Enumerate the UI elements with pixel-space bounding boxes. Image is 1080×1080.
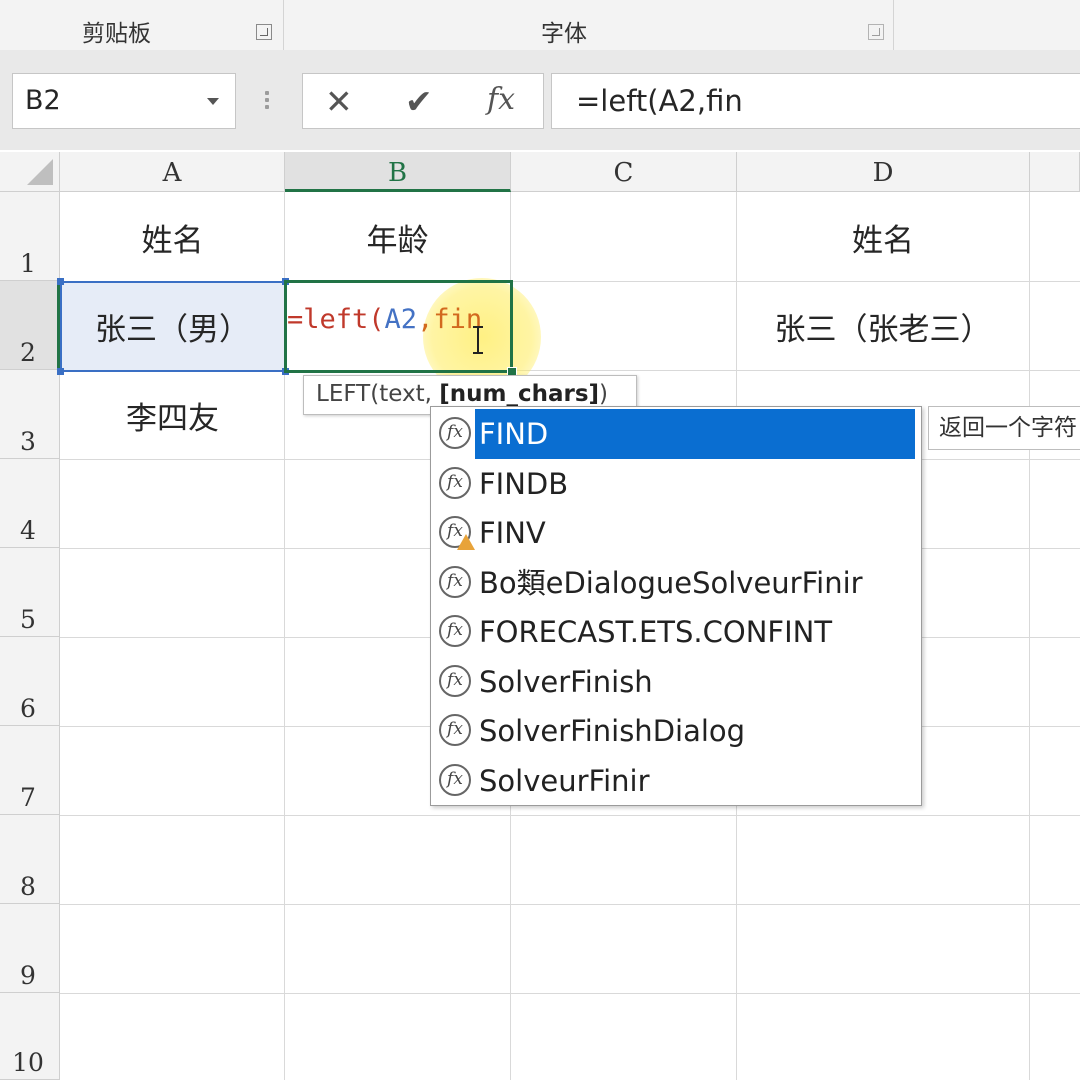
grid-line [1029,192,1030,1080]
cell-b1[interactable]: 年龄 [285,193,510,281]
autocomplete-item[interactable]: fx FINDB [437,459,917,509]
autocomplete-item[interactable]: fx FINV [437,508,917,558]
function-icon: fx [439,764,471,796]
ribbon: 剪贴板 字体 [0,0,1080,50]
function-icon: fx [439,467,471,499]
row-header-2[interactable]: 2 [0,281,60,370]
row-header-4[interactable]: 4 [0,459,60,548]
enter-icon[interactable]: ✔ [405,82,433,121]
argument-tooltip-suffix: ) [599,381,609,407]
autocomplete-item[interactable]: fx SolverFinishDialog [437,706,917,756]
cell-a1[interactable]: 姓名 [61,193,284,281]
row-header-1[interactable]: 1 [0,192,60,281]
function-description-tooltip: 返回一个字符 [928,406,1080,450]
text-cursor-icon [473,326,483,354]
name-box[interactable]: B2 [12,73,236,129]
cell-a3[interactable]: 李四友 [61,371,284,459]
cell-d1[interactable]: 姓名 [737,193,1029,281]
function-icon: fx [439,665,471,697]
row-header-8[interactable]: 8 [0,815,60,904]
font-group: 字体 [284,0,894,50]
row-header-5[interactable]: 5 [0,548,60,637]
column-header-e[interactable] [1030,152,1080,192]
autocomplete-item[interactable]: fx FORECAST.ETS.CONFINT [437,607,917,657]
warning-icon [457,534,475,550]
autocomplete-item-label: FIND [475,409,915,459]
cell-edit-formula[interactable]: =left(A2,fin [287,304,482,348]
row-header-9[interactable]: 9 [0,904,60,993]
column-header-b[interactable]: B [285,152,511,192]
column-header-d[interactable]: D [737,152,1030,192]
autocomplete-item-label: SolverFinishDialog [479,714,746,748]
grid-line [60,904,1080,905]
chevron-down-icon[interactable] [207,98,219,105]
grid-line [60,993,1080,994]
row-header-7[interactable]: 7 [0,726,60,815]
formula-function-token: =left( [287,304,385,335]
autocomplete-item-label: FORECAST.ETS.CONFINT [479,615,833,649]
formula-text: =left(A2,fin [576,84,743,118]
autocomplete-item-label: Bo類eDialogueSolveurFinir [479,566,863,600]
formula-separator-token: , [417,304,434,335]
autocomplete-item-label: FINDB [479,467,569,501]
reference-highlight [57,278,289,375]
insert-function-icon[interactable]: fx [487,82,515,117]
clipboard-group-label: 剪贴板 [82,21,151,47]
argument-tooltip-current-arg: [num_chars] [439,381,600,407]
autocomplete-item-label: FINV [479,516,546,550]
font-group-label: 字体 [541,21,587,47]
formula-input[interactable]: =left(A2,fin [551,73,1080,129]
argument-tooltip-prefix: LEFT(text, [316,381,440,407]
autocomplete-item[interactable]: fx SolveurFinir [437,756,917,806]
column-header-c[interactable]: C [511,152,737,192]
autocomplete-item[interactable]: fx Bo類eDialogueSolveurFinir [437,558,917,608]
cancel-icon[interactable]: ✕ [325,82,353,121]
autocomplete-item[interactable]: fx SolverFinish [437,657,917,707]
name-box-value: B2 [25,85,61,116]
formula-bar-splitter-icon[interactable] [262,88,272,118]
select-all-button[interactable] [0,152,60,192]
function-autocomplete-list: fx FIND fx FINDB fx FINV fx Bo類eDialogue… [430,406,922,806]
grid-line [60,815,1080,816]
formula-bar-buttons: ✕ ✔ fx [302,73,544,129]
formula-reference-token: A2 [384,304,418,335]
clipboard-dialog-launcher-icon[interactable] [256,24,272,40]
font-dialog-launcher-icon[interactable] [868,24,884,40]
function-icon: fx [439,615,471,647]
cell-d2[interactable]: 张三（张老三） [737,282,1029,370]
row-header-10[interactable]: 10 [0,993,60,1080]
column-header-a[interactable]: A [60,152,285,192]
function-icon: fx [439,417,471,449]
row-header-6[interactable]: 6 [0,637,60,726]
autocomplete-item-label: SolveurFinir [479,764,650,798]
function-icon: fx [439,566,471,598]
autocomplete-item-label: SolverFinish [479,665,653,699]
function-icon: fx [439,714,471,746]
row-header-3[interactable]: 3 [0,370,60,459]
clipboard-group: 剪贴板 [0,0,284,50]
autocomplete-item[interactable]: fx FIND [437,409,917,459]
